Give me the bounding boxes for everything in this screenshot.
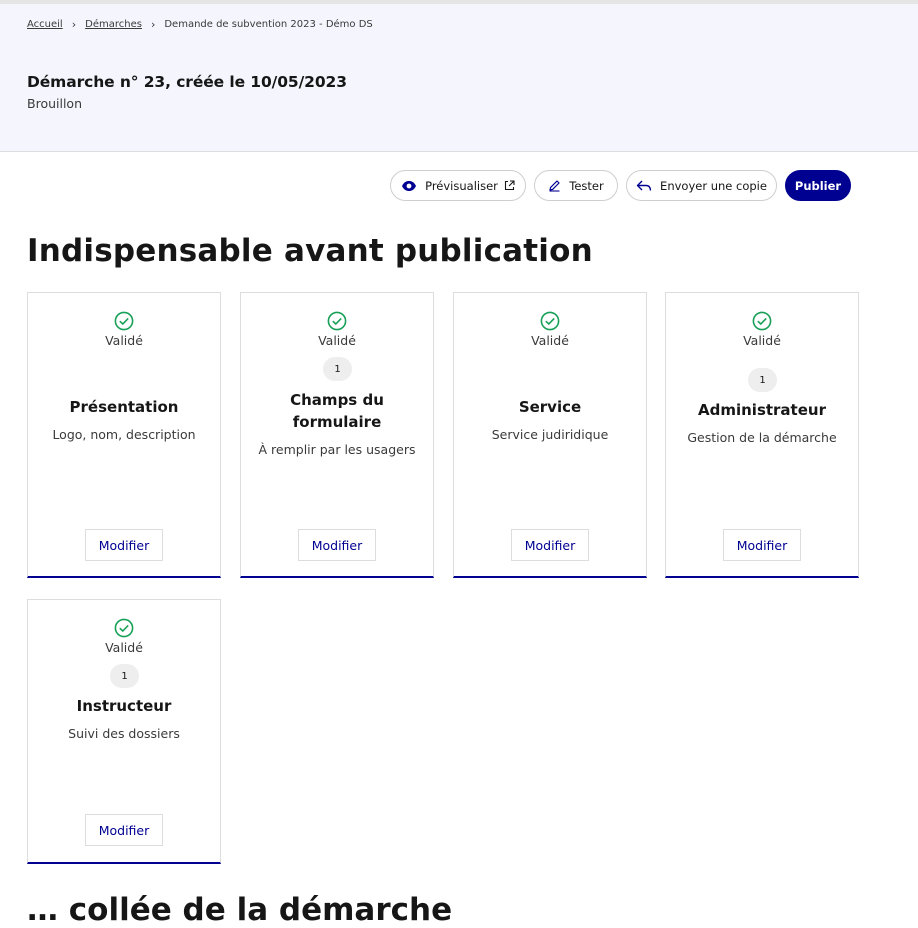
check-circle-icon bbox=[114, 618, 134, 638]
card-title: Instructeur bbox=[76, 697, 172, 715]
count-badge: 1 bbox=[323, 357, 352, 381]
card-description: À remplir par les usagers bbox=[258, 442, 416, 457]
send-copy-button[interactable]: Envoyer une copie bbox=[626, 170, 777, 201]
eye-icon bbox=[402, 180, 417, 191]
publish-label: Publier bbox=[794, 178, 842, 193]
count-badge: 1 bbox=[748, 368, 777, 392]
card-status: Validé bbox=[318, 333, 356, 348]
page-header: Accueil › Démarches › Demande de subvent… bbox=[0, 4, 918, 152]
modify-button[interactable]: Modifier bbox=[85, 529, 163, 561]
next-section-title: … collée de la démarche bbox=[27, 892, 453, 928]
preview-label: Prévisualiser bbox=[425, 178, 498, 193]
breadcrumb-link-procedures[interactable]: Démarches bbox=[85, 19, 142, 30]
card-title: Présentation bbox=[69, 398, 179, 416]
breadcrumb: Accueil › Démarches › Demande de subvent… bbox=[27, 18, 373, 31]
count-badge: 1 bbox=[110, 664, 139, 688]
reply-arrow-icon bbox=[636, 180, 652, 191]
breadcrumb-current: Demande de subvention 2023 - Démo DS bbox=[164, 19, 373, 30]
card-status: Validé bbox=[105, 640, 143, 655]
card-status: Validé bbox=[531, 333, 569, 348]
test-button[interactable]: Tester bbox=[534, 170, 618, 201]
modify-button[interactable]: Modifier bbox=[85, 814, 163, 846]
card-status: Validé bbox=[743, 333, 781, 348]
chevron-right-icon: › bbox=[150, 18, 156, 31]
card-description: Logo, nom, description bbox=[52, 427, 196, 442]
card-title: Champs du formulaire bbox=[290, 391, 384, 431]
card-description: Service judiridique bbox=[491, 427, 609, 442]
modify-button[interactable]: Modifier bbox=[723, 529, 801, 561]
card-presentation: Validé Présentation Logo, nom, descripti… bbox=[27, 292, 221, 578]
preview-button[interactable]: Prévisualiser bbox=[390, 170, 526, 201]
publish-button[interactable]: Publier bbox=[785, 170, 851, 201]
card-title: Service bbox=[518, 398, 582, 416]
card-description: Suivi des dossiers bbox=[68, 726, 180, 741]
card-form-fields: Validé 1 Champs du formulaire À remplir … bbox=[240, 292, 434, 578]
modify-button[interactable]: Modifier bbox=[511, 529, 589, 561]
procedure-status: Brouillon bbox=[27, 96, 82, 111]
check-circle-icon bbox=[752, 311, 772, 331]
external-link-icon bbox=[504, 180, 515, 191]
pencil-icon bbox=[549, 180, 560, 192]
card-administrator: Validé 1 Administrateur Gestion de la dé… bbox=[665, 292, 859, 578]
modify-button[interactable]: Modifier bbox=[298, 529, 376, 561]
chevron-right-icon: › bbox=[71, 18, 77, 31]
card-status: Validé bbox=[105, 333, 143, 348]
card-description: Gestion de la démarche bbox=[687, 430, 837, 445]
test-label: Tester bbox=[569, 178, 604, 193]
card-instructor: Validé 1 Instructeur Suivi des dossiers … bbox=[27, 599, 221, 864]
section-title: Indispensable avant publication bbox=[27, 233, 593, 269]
check-circle-icon bbox=[327, 311, 347, 331]
check-circle-icon bbox=[540, 311, 560, 331]
send-copy-label: Envoyer une copie bbox=[660, 178, 767, 193]
card-service: Validé Service Service judiridique Modif… bbox=[453, 292, 647, 578]
breadcrumb-link-home[interactable]: Accueil bbox=[27, 19, 63, 30]
check-circle-icon bbox=[114, 311, 134, 331]
card-title: Administrateur bbox=[698, 401, 826, 419]
page-title: Démarche n° 23, créée le 10/05/2023 bbox=[27, 73, 347, 91]
